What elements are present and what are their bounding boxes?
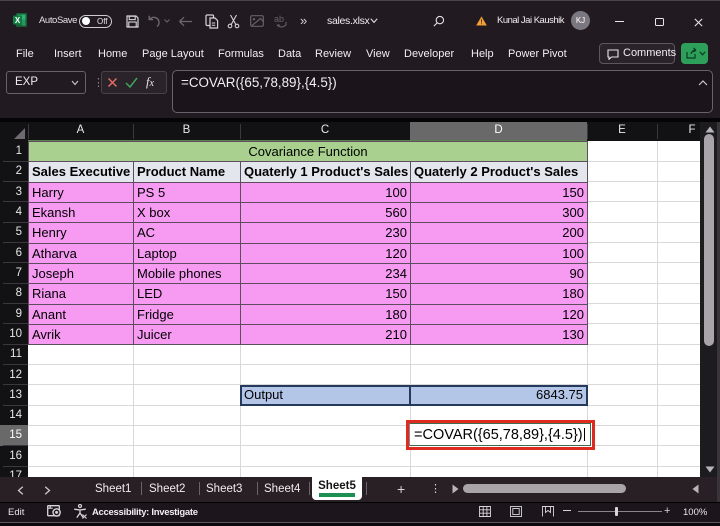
svg-text:ab: ab (274, 14, 284, 24)
svg-text:X: X (15, 16, 21, 25)
